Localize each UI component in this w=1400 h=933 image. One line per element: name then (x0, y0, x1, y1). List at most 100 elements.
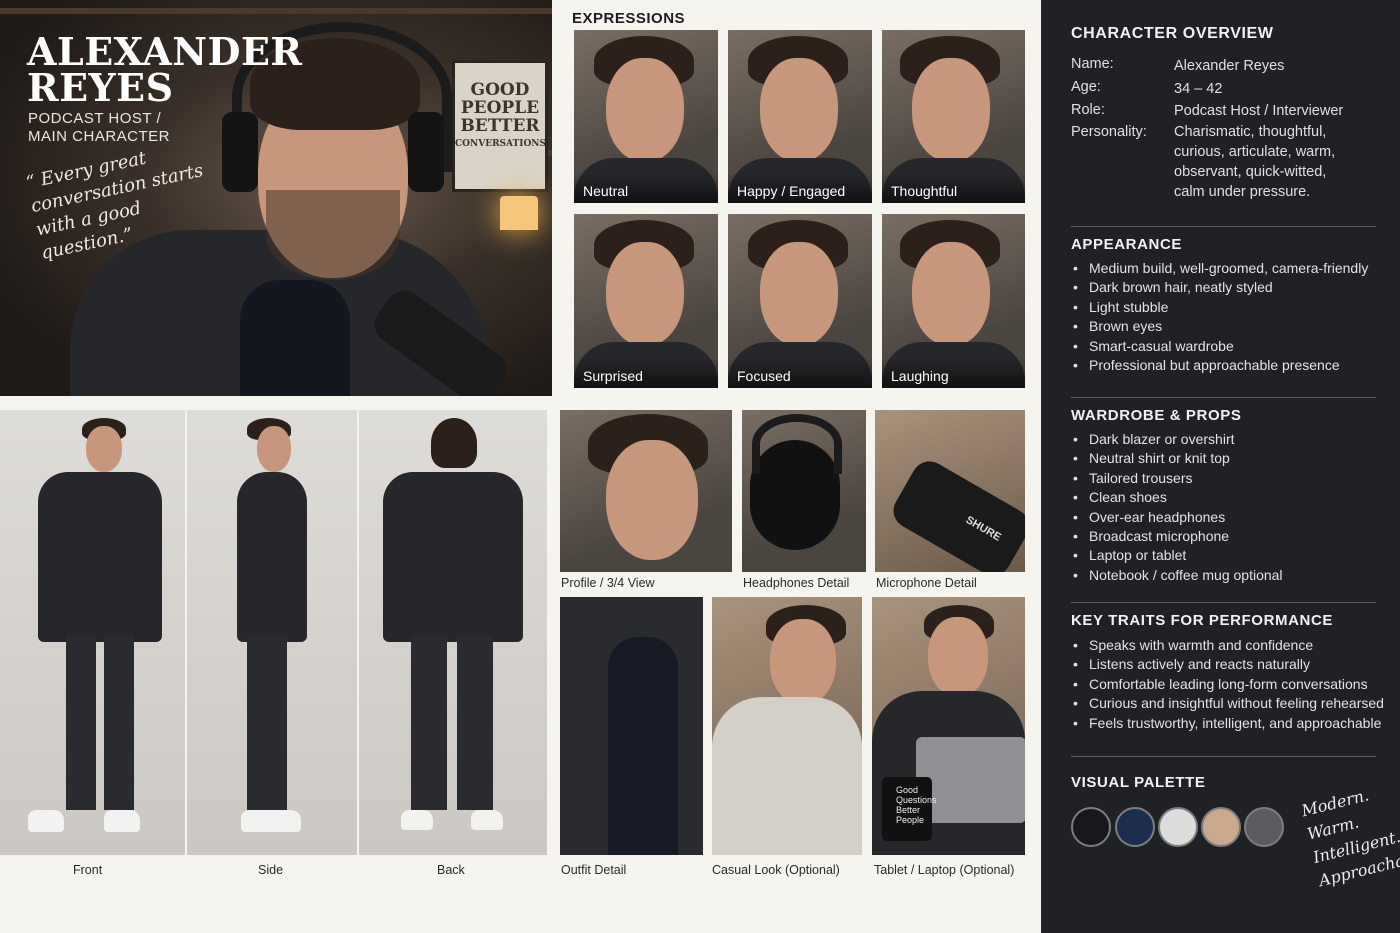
detail-casual[interactable] (712, 597, 862, 855)
list-item: Professional but approachable presence (1073, 356, 1368, 375)
overview-key: Personality: (1071, 124, 1147, 140)
face-shape (928, 617, 988, 697)
character-role: PODCAST HOST / MAIN CHARACTER (28, 110, 171, 145)
appearance-list: Medium build, well-groomed, camera-frien… (1073, 259, 1368, 375)
shoe-shape (401, 810, 433, 830)
turnaround-front[interactable] (0, 410, 185, 855)
shirt-shape (608, 637, 678, 855)
hero-portrait: GOOD PEOPLE BETTER CONVERSATIONS ALEXAND… (0, 0, 552, 396)
overview-value: Charismatic, thoughtful, curious, articu… (1174, 124, 1336, 200)
jacket-shape (38, 472, 162, 642)
list-item: Smart-casual wardrobe (1073, 337, 1368, 356)
detail-label: Outfit Detail (561, 863, 627, 877)
list-item: Tailored trousers (1073, 469, 1283, 488)
list-item: Listens actively and reacts naturally (1073, 655, 1384, 674)
list-item: Dark brown hair, neatly styled (1073, 278, 1368, 297)
expression-label: Focused (737, 368, 791, 384)
palette-swatch (1115, 807, 1155, 847)
traits-list: Speaks with warmth and confidence Listen… (1073, 636, 1384, 733)
list-item: Speaks with warmth and confidence (1073, 636, 1384, 655)
list-item: Broadcast microphone (1073, 527, 1283, 546)
leg-shape (66, 635, 96, 810)
expression-tile[interactable]: Happy / Engaged (728, 30, 872, 203)
detail-label: Microphone Detail (876, 576, 977, 590)
ear-cup (222, 112, 258, 192)
detail-label: Profile / 3/4 View (561, 576, 655, 590)
detail-laptop[interactable]: Good Questions Better People (872, 597, 1025, 855)
face-shape (257, 426, 291, 472)
expression-tile[interactable]: Neutral (574, 30, 718, 203)
face-shape (770, 619, 836, 705)
overview-title: CHARACTER OVERVIEW (1071, 25, 1274, 42)
palette-swatch (1201, 807, 1241, 847)
list-item: Comfortable leading long-form conversati… (1073, 675, 1384, 694)
list-item: Dark blazer or overshirt (1073, 430, 1283, 449)
expression-label: Laughing (891, 368, 949, 384)
shoe-shape (471, 810, 503, 830)
shoe-shape (104, 810, 140, 832)
palette-title: VISUAL PALETTE (1071, 774, 1206, 791)
background-shelf (0, 8, 552, 14)
wardrobe-list: Dark blazer or overshirt Neutral shirt o… (1073, 430, 1283, 585)
expressions-title: EXPRESSIONS (572, 10, 686, 27)
divider (1071, 756, 1376, 757)
palette-swatch (1071, 807, 1111, 847)
face-shape (606, 440, 698, 560)
expression-label: Surprised (583, 368, 643, 384)
list-item: Neutral shirt or knit top (1073, 449, 1283, 468)
detail-label: Casual Look (Optional) (712, 863, 840, 877)
view-label: Side (258, 863, 284, 877)
jacket-shape (383, 472, 523, 642)
expression-tile[interactable]: Surprised (574, 214, 718, 388)
face-shape (606, 58, 684, 162)
info-panel: CHARACTER OVERVIEW Name: Alexander Reyes… (1041, 0, 1400, 933)
appearance-title: APPEARANCE (1071, 236, 1183, 253)
overview-value: 34 – 42 (1174, 81, 1223, 97)
detail-label: Tablet / Laptop (Optional) (874, 863, 1015, 877)
overview-value: Podcast Host / Interviewer (1174, 103, 1344, 119)
expression-tile[interactable]: Focused (728, 214, 872, 388)
overview-key: Role: (1071, 102, 1105, 118)
leg-shape (247, 635, 287, 810)
host-shirt (240, 280, 350, 396)
divider (1071, 602, 1376, 603)
list-item: Light stubble (1073, 298, 1368, 317)
turnaround-side[interactable] (187, 410, 357, 855)
list-item: Over-ear headphones (1073, 508, 1283, 527)
list-item: Medium build, well-groomed, camera-frien… (1073, 259, 1368, 278)
face-shape (912, 58, 990, 162)
laptop-icon (916, 737, 1025, 823)
list-item: Curious and insightful without feeling r… (1073, 694, 1384, 713)
expression-tile[interactable]: Laughing (882, 214, 1025, 388)
palette-swatch (1244, 807, 1284, 847)
face-shape (86, 426, 122, 472)
divider (1071, 226, 1376, 227)
expression-tile[interactable]: Thoughtful (882, 30, 1025, 203)
expression-label: Happy / Engaged (737, 183, 846, 199)
jacket-shape (237, 472, 307, 642)
view-label: Back (437, 863, 465, 877)
list-item: Clean shoes (1073, 488, 1283, 507)
face-shape (912, 242, 990, 346)
headband-icon (752, 414, 842, 474)
overview-key: Age: (1071, 79, 1101, 95)
overview-value: Alexander Reyes (1174, 58, 1285, 74)
hair-shape (431, 418, 477, 468)
background-sign: GOOD PEOPLE BETTER CONVERSATIONS (452, 60, 548, 192)
detail-microphone[interactable]: SHURE (875, 410, 1025, 572)
turnaround-back[interactable] (359, 410, 547, 855)
overview-key: Name: (1071, 56, 1114, 72)
palette-tagline: Modern. Warm. Intelligent. Approachable. (1299, 785, 1400, 891)
expression-label: Neutral (583, 183, 629, 199)
view-label: Front (73, 863, 103, 877)
detail-outfit[interactable] (560, 597, 703, 855)
leg-shape (104, 635, 134, 810)
microphone-icon: SHURE (887, 454, 1025, 572)
ear-cup (408, 112, 444, 192)
detail-profile[interactable] (560, 410, 732, 572)
wardrobe-title: WARDROBE & PROPS (1071, 407, 1242, 424)
shoe-shape (28, 810, 64, 832)
detail-headphones[interactable] (742, 410, 866, 572)
shoe-shape (241, 810, 301, 832)
list-item: Laptop or tablet (1073, 546, 1283, 565)
